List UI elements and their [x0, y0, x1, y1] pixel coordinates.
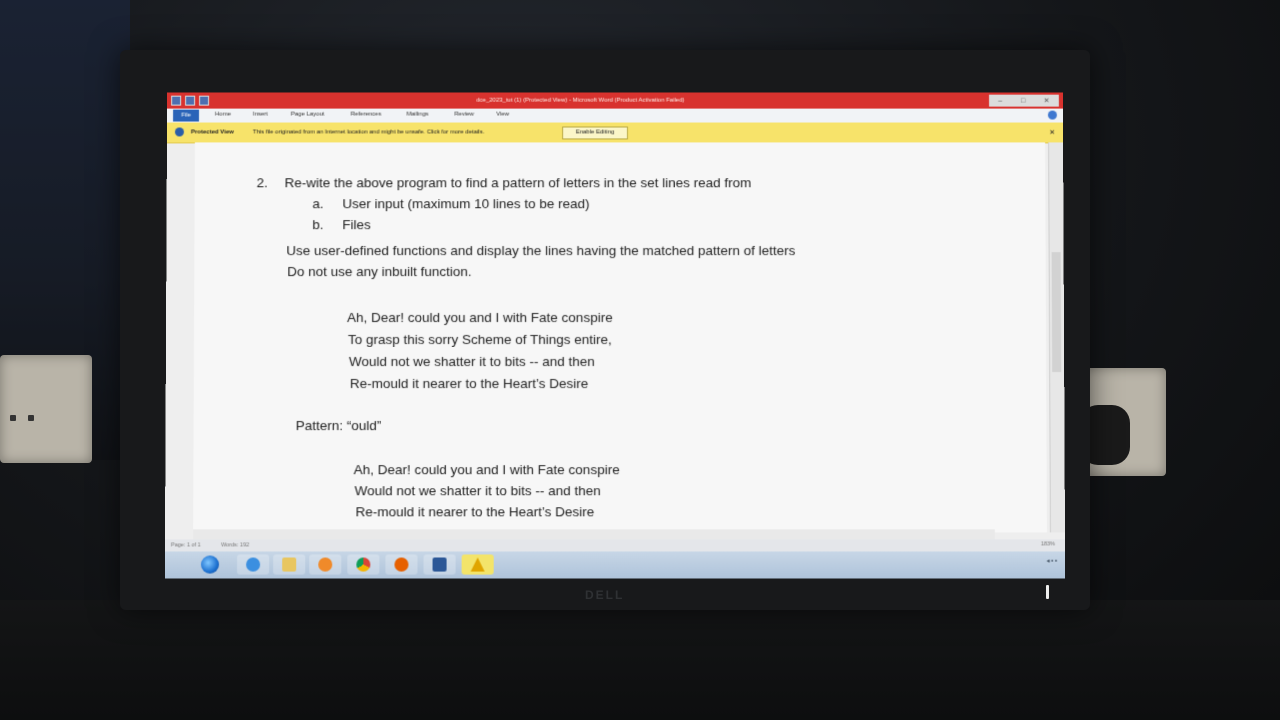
protected-view-bar: Protected View This file originated from… — [166, 122, 1064, 144]
help-icon[interactable] — [1047, 110, 1057, 120]
vertical-scrollbar[interactable] — [1048, 142, 1065, 533]
warning-icon[interactable] — [461, 554, 494, 575]
option-b-marker: b. — [312, 217, 324, 233]
minimize-icon[interactable]: – — [998, 97, 1002, 104]
matched-line: Would not we shatter it to bits -- and t… — [354, 483, 601, 499]
media-player-icon[interactable] — [309, 554, 342, 575]
power-light — [1046, 585, 1049, 599]
taskbar: ◂ ▪ ▪ — [164, 551, 1066, 579]
start-orb[interactable] — [200, 555, 220, 574]
file-explorer-icon[interactable] — [273, 554, 306, 575]
save-icon[interactable] — [185, 95, 196, 106]
word-icon[interactable] — [423, 554, 456, 575]
matched-line: Re-mould it nearer to the Heart’s Desire — [355, 504, 595, 520]
option-b-text: Files — [342, 217, 371, 233]
monitor-brand-logo: DELL — [585, 588, 625, 602]
option-a-marker: a. — [312, 196, 324, 212]
close-icon[interactable]: ✕ — [1044, 97, 1050, 105]
document-page[interactable]: 2. Re-wite the above program to find a p… — [193, 142, 1047, 533]
internet-explorer-icon[interactable] — [237, 554, 270, 575]
question-text: Re-wite the above program to find a patt… — [284, 175, 752, 191]
desk — [0, 600, 1280, 720]
poem-line: Re-mould it nearer to the Heart’s Desire — [349, 376, 589, 392]
poem-line: Would not we shatter it to bits -- and t… — [348, 354, 595, 370]
poem-line: To grasp this sorry Scheme of Things ent… — [347, 332, 612, 347]
instruction-line: Use user-defined functions and display t… — [286, 243, 796, 259]
window-controls[interactable]: – □ ✕ — [989, 94, 1059, 107]
tab-home[interactable]: Home — [215, 112, 231, 118]
tab-mailings[interactable]: Mailings — [406, 112, 428, 118]
quick-access-toolbar[interactable] — [171, 95, 210, 106]
question-number: 2. — [256, 175, 268, 191]
zoom-level[interactable]: 183% — [1041, 541, 1055, 547]
matched-line: Ah, Dear! could you and I with Fate cons… — [353, 462, 620, 478]
ribbon-tabs: File Home Insert Page Layout References … — [167, 108, 1063, 124]
undo-icon[interactable] — [199, 95, 210, 106]
word-window: dce_2023_tut (1) (Protected View) - Micr… — [164, 92, 1066, 579]
tab-page-layout[interactable]: Page Layout — [291, 112, 325, 118]
chrome-icon[interactable] — [347, 554, 380, 575]
tab-insert[interactable]: Insert — [253, 112, 268, 118]
protected-view-label: Protected View — [190, 129, 234, 136]
page-count[interactable]: Page: 1 of 1 — [171, 542, 201, 548]
tab-view[interactable]: View — [496, 112, 509, 118]
word-app-icon — [171, 95, 182, 106]
wall-socket-left — [0, 355, 92, 463]
protected-view-message[interactable]: This file originated from an Internet lo… — [253, 129, 485, 135]
maximize-icon[interactable]: □ — [1021, 97, 1025, 104]
horizontal-scrollbar[interactable] — [193, 529, 995, 540]
title-bar: dce_2023_tut (1) (Protected View) - Micr… — [167, 92, 1063, 109]
status-bar: Page: 1 of 1 Words: 192 183% — [164, 539, 1066, 552]
option-a-text: User input (maximum 10 lines to be read) — [342, 196, 590, 212]
window-title: dce_2023_tut (1) (Protected View) - Micr… — [476, 97, 685, 104]
scrollbar-thumb[interactable] — [1051, 252, 1062, 373]
instruction-line: Do not use any inbuilt function. — [287, 264, 472, 280]
tab-review[interactable]: Review — [454, 112, 474, 118]
tab-references[interactable]: References — [351, 112, 382, 118]
firefox-icon[interactable] — [385, 554, 418, 575]
enable-editing-button[interactable]: Enable Editing — [562, 126, 628, 140]
word-count[interactable]: Words: 192 — [221, 542, 249, 548]
system-tray[interactable]: ◂ ▪ ▪ — [1046, 558, 1057, 565]
close-icon[interactable]: ✕ — [1049, 128, 1055, 136]
tab-file[interactable]: File — [173, 109, 200, 122]
poem-line: Ah, Dear! could you and I with Fate cons… — [347, 310, 613, 326]
shield-icon — [174, 127, 184, 137]
pattern-label: Pattern: “ould” — [295, 418, 382, 434]
